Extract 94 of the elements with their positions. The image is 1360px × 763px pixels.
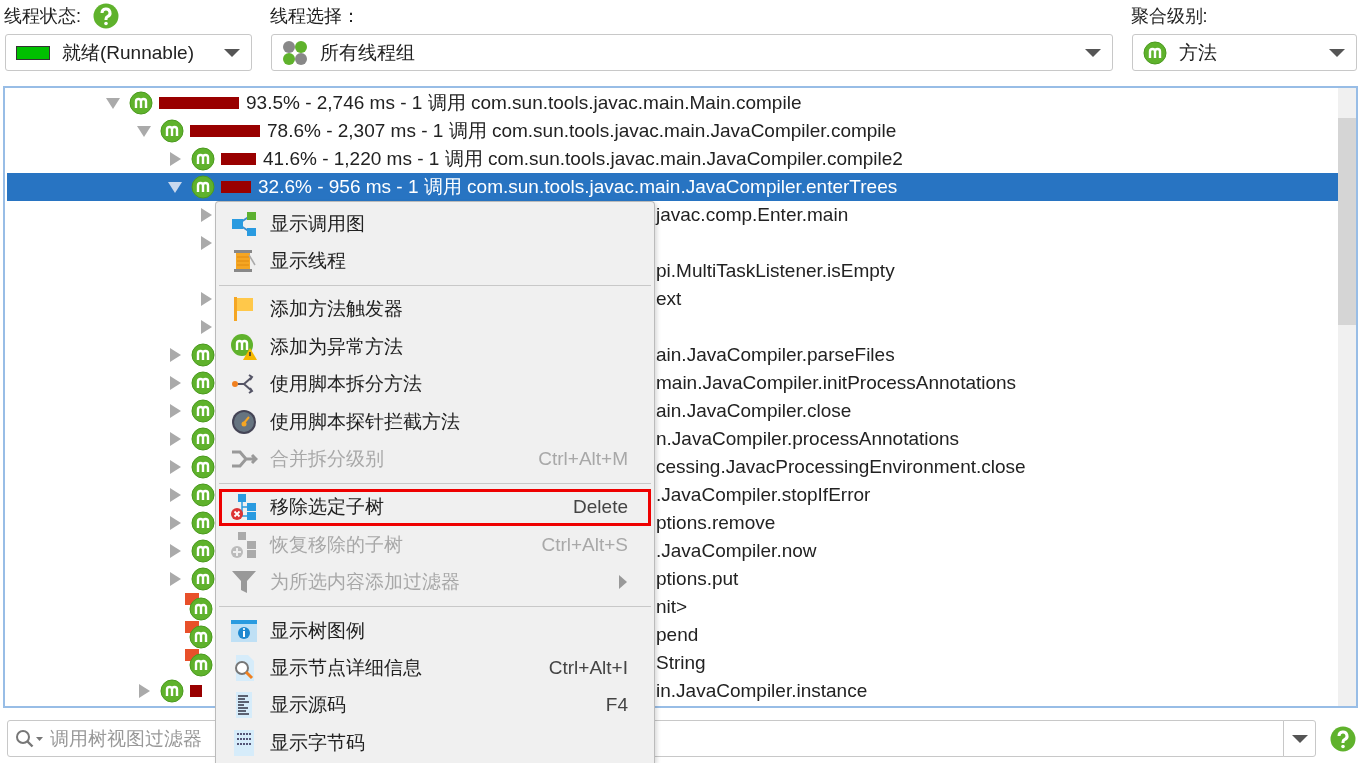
method-icon bbox=[191, 343, 215, 367]
thread-group-icon bbox=[282, 39, 309, 66]
flagged-method-icon bbox=[185, 649, 213, 677]
tree-node-label: ptions.put bbox=[656, 568, 739, 589]
expand-arrow-icon[interactable] bbox=[167, 571, 183, 587]
tree-node-label: main.JavaCompiler.initProcessAnnotations bbox=[656, 372, 1017, 393]
flagged-method-icon bbox=[185, 621, 213, 649]
collapse-arrow-icon[interactable] bbox=[136, 123, 152, 139]
collapse-arrow-icon[interactable] bbox=[105, 95, 121, 111]
method-icon bbox=[129, 91, 153, 115]
thread-selection-dropdown[interactable]: 所有线程组 bbox=[271, 34, 1113, 71]
method-icon bbox=[191, 427, 215, 451]
tree-node-label: String bbox=[656, 652, 706, 673]
expand-arrow-icon[interactable] bbox=[167, 347, 183, 363]
method-icon bbox=[191, 371, 215, 395]
expand-arrow-icon[interactable] bbox=[198, 319, 214, 335]
method-icon bbox=[191, 511, 215, 535]
expand-arrow-icon[interactable] bbox=[198, 291, 214, 307]
dropdown-caret-icon bbox=[1290, 733, 1309, 744]
method-icon bbox=[191, 567, 215, 591]
flagged-method-icon bbox=[185, 593, 213, 621]
restore-subtree-icon bbox=[230, 530, 258, 559]
search-icon bbox=[15, 729, 45, 749]
expand-arrow-icon[interactable] bbox=[167, 403, 183, 419]
tree-node-label: javac.comp.Enter.main bbox=[656, 204, 849, 225]
expand-arrow-icon[interactable] bbox=[198, 235, 214, 251]
dropdown-caret-icon bbox=[1328, 47, 1346, 58]
tree-node-label: 41.6% - 1,220 ms - 1 调用 com.sun.tools.javac.main.JavaCompiler.compile2 bbox=[263, 147, 903, 171]
tree-node-label: in.JavaCompiler.instance bbox=[656, 680, 868, 701]
menu-item[interactable]: 使用脚本探针拦截方法 bbox=[219, 402, 651, 441]
tree-node-label: .JavaCompiler.stopIfError bbox=[656, 484, 871, 505]
tree-node-label: 32.6% - 956 ms - 1 调用 com.sun.tools.javac.main.JavaCompiler.enterTrees bbox=[258, 175, 898, 199]
expand-arrow-icon[interactable] bbox=[167, 487, 183, 503]
menu-item[interactable]: 显示源码 F4 bbox=[219, 686, 651, 725]
aggregation-dropdown[interactable]: 方法 bbox=[1131, 34, 1357, 71]
menu-item[interactable]: 显示线程 bbox=[219, 242, 651, 280]
time-bar bbox=[190, 125, 260, 137]
menu-item[interactable]: 显示字节码 bbox=[219, 724, 651, 762]
submenu-arrow-icon bbox=[618, 574, 628, 591]
expand-arrow-icon[interactable] bbox=[167, 543, 183, 559]
field-label: 线程选择： bbox=[270, 5, 361, 28]
tree-node-label: nit> bbox=[656, 596, 688, 617]
expand-arrow-icon[interactable] bbox=[136, 683, 152, 699]
call-graph-icon bbox=[230, 209, 258, 238]
menu-item[interactable]: 添加方法触发器 bbox=[219, 290, 651, 329]
method-warning-icon bbox=[230, 332, 258, 361]
tree-node-label: ain.JavaCompiler.parseFiles bbox=[656, 344, 895, 365]
tree-node-label: n.JavaCompiler.processAnnotations bbox=[656, 428, 960, 449]
tree-node-label: ain.JavaCompiler.close bbox=[656, 400, 852, 421]
menu-item[interactable]: 显示节点详细信息 Ctrl+Alt+I bbox=[219, 649, 651, 687]
method-icon bbox=[191, 399, 215, 423]
help-icon[interactable] bbox=[93, 3, 119, 29]
tree-node-label: .JavaCompiler.now bbox=[656, 540, 817, 561]
method-icon bbox=[191, 539, 215, 563]
menu-item[interactable]: 显示树图例 bbox=[219, 611, 651, 650]
method-icon bbox=[160, 119, 184, 143]
tree-node-label: ext bbox=[656, 288, 682, 309]
method-icon bbox=[191, 455, 215, 479]
tree-node-label: ptions.remove bbox=[656, 512, 776, 533]
tree-node-label: pi.MultiTaskListener.isEmpty bbox=[656, 260, 895, 281]
gauge-icon bbox=[230, 407, 258, 436]
expand-arrow-icon[interactable] bbox=[167, 459, 183, 475]
tree-node-label: 78.6% - 2,307 ms - 1 调用 com.sun.tools.javac.main.JavaCompiler.compile bbox=[267, 119, 897, 143]
dropdown-button[interactable] bbox=[1283, 720, 1316, 757]
help-icon[interactable] bbox=[1330, 725, 1356, 752]
menu-item[interactable]: 添加为异常方法 bbox=[219, 328, 651, 366]
tree-node-label: 93.5% - 2,746 ms - 1 调用 com.sun.tools.javac.main.Main.compile bbox=[246, 91, 802, 115]
collapse-arrow-icon[interactable] bbox=[167, 179, 183, 195]
dropdown-caret-icon bbox=[223, 47, 242, 58]
expand-arrow-icon[interactable] bbox=[167, 431, 183, 447]
tree-node-label: pend bbox=[656, 624, 699, 645]
method-icon bbox=[191, 147, 215, 171]
menu-item[interactable]: 移除选定子树 Delete bbox=[219, 488, 651, 527]
expand-arrow-icon[interactable] bbox=[167, 515, 183, 531]
expand-arrow-icon[interactable] bbox=[167, 151, 183, 167]
expand-arrow-icon[interactable] bbox=[167, 375, 183, 391]
method-icon bbox=[191, 483, 215, 507]
method-icon bbox=[160, 679, 184, 703]
remove-subtree-icon bbox=[230, 493, 258, 522]
field-label: 聚合级别: bbox=[1130, 5, 1208, 28]
expand-arrow-icon[interactable] bbox=[198, 207, 214, 223]
selected-tree-row[interactable]: 32.6% - 956 ms - 1 调用 com.sun.tools.javac.main.JavaCompiler.enterTrees bbox=[7, 173, 1338, 201]
tree-node-label: cessing.JavacProcessingEnvironment.close bbox=[656, 456, 1026, 477]
time-bar bbox=[221, 181, 251, 193]
time-bar bbox=[221, 153, 256, 165]
method-icon bbox=[191, 175, 215, 199]
menu-item[interactable]: 显示调用图 bbox=[219, 205, 651, 243]
method-icon bbox=[1142, 40, 1167, 65]
menu-item[interactable]: 使用脚本拆分方法 bbox=[219, 365, 651, 403]
thread-state-dropdown[interactable]: 就绪(Runnable) bbox=[5, 34, 253, 71]
dropdown-caret-icon bbox=[1083, 47, 1102, 58]
scrollbar[interactable] bbox=[1338, 88, 1356, 706]
time-bar bbox=[190, 685, 202, 697]
field-label: 线程状态: bbox=[4, 5, 81, 28]
